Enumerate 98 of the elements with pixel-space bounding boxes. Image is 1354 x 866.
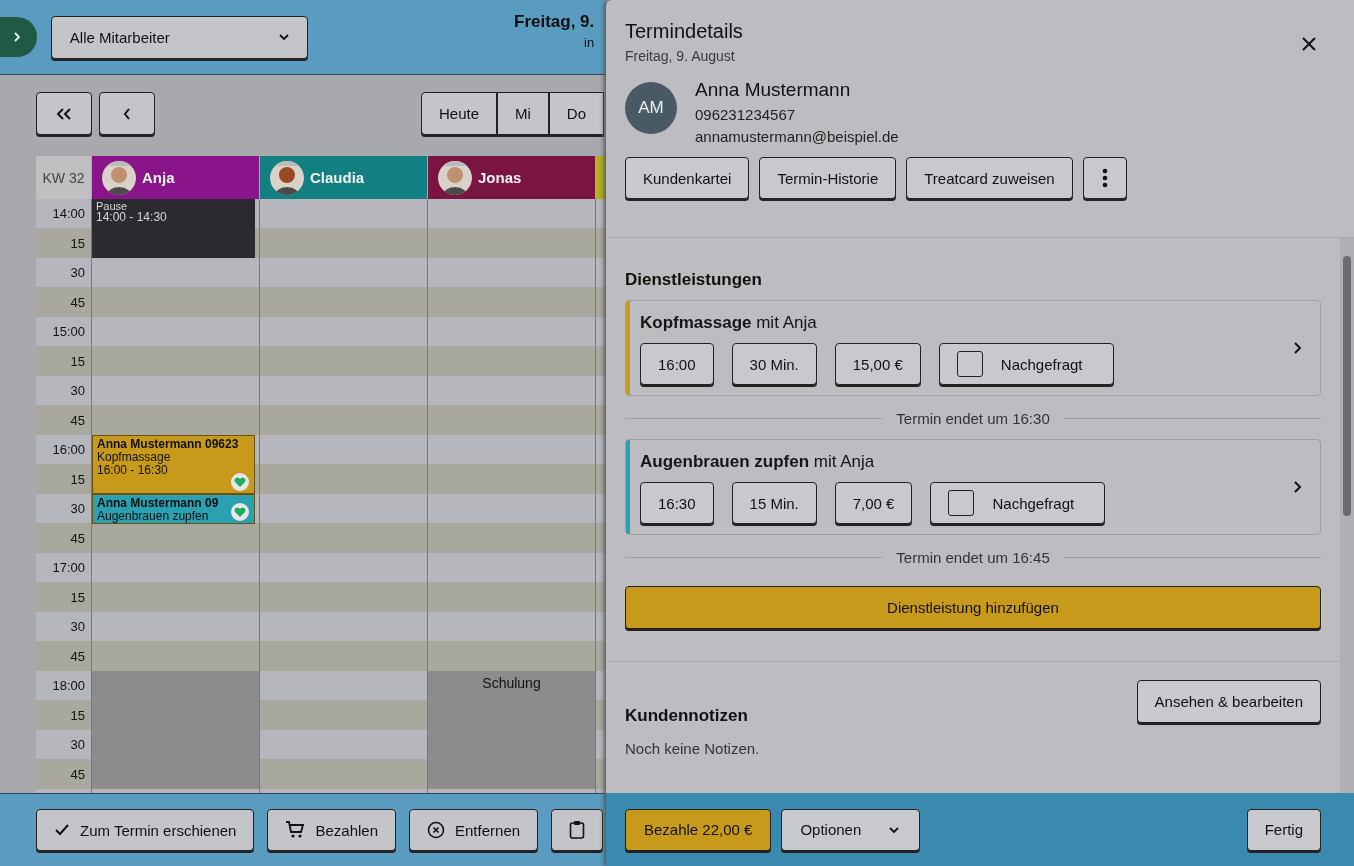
inquired-toggle[interactable]: Nachgefragt (930, 482, 1106, 524)
end-time-note: Termin endet um 16:45 (896, 549, 1050, 566)
customer-action-button[interactable]: Treatcard zuweisen (906, 157, 1073, 199)
employee-header[interactable]: Jonas (428, 156, 595, 199)
price-button[interactable]: 7,00 € (834, 482, 913, 524)
more-icon (1101, 168, 1108, 188)
time-label: 15 (70, 471, 85, 487)
duration-button[interactable]: 15 Min. (731, 482, 817, 524)
view-edit-button[interactable]: Ansehen & bearbeiten (1136, 680, 1321, 723)
time-label: 18:00 (52, 678, 85, 694)
close-icon (1301, 36, 1317, 52)
customer-action-button[interactable]: Termin-Historie (759, 157, 897, 199)
event-title: Anna Mustermann 09 (97, 497, 219, 510)
date-subtitle: in (584, 35, 595, 50)
time-label: 45 (70, 648, 85, 664)
event-title: Schulung (482, 677, 541, 690)
double-chevron-left-icon (55, 106, 73, 121)
section-heading: Kundennotizen (625, 706, 749, 726)
close-circle-icon (427, 821, 445, 839)
time-label: 30 (70, 619, 85, 635)
time-label: 45 (70, 530, 85, 546)
time-label: 15:00 (52, 324, 85, 340)
time-label: 15 (70, 707, 85, 723)
empty-notes-text: Noch keine Notizen. (625, 740, 760, 757)
service-title: Augenbrauen zupfen mit Anja (640, 452, 876, 472)
time-button[interactable]: 16:00 (640, 343, 714, 385)
options-button[interactable]: Optionen (781, 808, 921, 851)
duration-button[interactable]: 30 Min. (731, 343, 817, 385)
time-label: 16:00 (52, 442, 85, 458)
calendar-column[interactable]: Pause 14:00 - 14:30 Anna Mustermann 09623 Kopfmassage 16:00 - 16:30 Anna Mustermann 09 Augenbrauen zupfen (92, 199, 259, 793)
event-service: Kopfmassage (97, 451, 171, 464)
time-label: 15 (70, 235, 85, 251)
checkbox[interactable] (948, 490, 975, 516)
more-button[interactable] (1082, 157, 1127, 199)
time-label: 30 (70, 383, 85, 399)
action-button[interactable]: Entfernen (409, 809, 539, 851)
scrollbar[interactable] (1340, 238, 1354, 793)
customer-phone: 096231234567 (695, 106, 797, 123)
time-label: 30 (70, 737, 85, 753)
jump-back-button[interactable] (36, 92, 92, 135)
appointment-block[interactable]: Anna Mustermann 09623 Kopfmassage 16:00 - 16:30 (92, 435, 255, 494)
chevron-right-icon (1292, 480, 1302, 494)
sidebar-toggle[interactable] (0, 17, 37, 57)
calendar-column[interactable]: Schulung (428, 199, 595, 793)
service-card[interactable]: Kopfmassage mit Anja 16:00 30 Min. 15,00 € Nachgefragt (625, 300, 1321, 396)
panel-title: Termindetails (625, 20, 743, 43)
action-button[interactable]: Zum Termin erschienen (36, 809, 255, 851)
panel-subtitle: Freitag, 9. August (625, 48, 736, 64)
customer-action-button[interactable]: Kundenkartei (625, 157, 750, 199)
event-title: Anna Mustermann 09623 (97, 438, 239, 451)
done-button[interactable]: Fertig (1246, 808, 1321, 851)
employee-name: Anja (142, 169, 175, 186)
customer-name: Anna Mustermann (695, 79, 852, 101)
event-time: 14:00 - 14:30 (96, 211, 168, 224)
time-label: 17:00 (52, 560, 85, 576)
week-label: KW 32 (36, 156, 91, 199)
employee-header[interactable]: Claudia (260, 156, 427, 199)
employee-name: Jonas (478, 169, 522, 186)
time-label: 45 (70, 294, 85, 310)
pay-button[interactable]: Bezahle 22,00 € (625, 808, 772, 851)
checkbox[interactable] (956, 351, 983, 377)
day-button[interactable]: Heute (421, 92, 498, 135)
employee-header[interactable]: Anja (92, 156, 259, 199)
previous-button[interactable] (99, 92, 155, 135)
day-button[interactable]: Mi (497, 92, 549, 135)
cart-icon (285, 821, 306, 839)
customer-email: annamustermann@beispiel.de (695, 128, 899, 145)
check-icon (54, 823, 70, 837)
break-block[interactable]: Pause 14:00 - 14:30 (92, 199, 255, 258)
employee-select[interactable]: Alle Mitarbeiter (50, 15, 308, 59)
appointment-block[interactable]: Anna Mustermann 09 Augenbrauen zupfen (92, 494, 255, 524)
service-card[interactable]: Augenbrauen zupfen mit Anja 16:30 15 Min. 7,00 € Nachgefragt (625, 439, 1321, 535)
action-button[interactable] (551, 809, 604, 851)
clipboard-icon (569, 820, 586, 840)
time-label: 15 (70, 589, 85, 605)
time-label: 45 (70, 412, 85, 428)
inquired-toggle[interactable]: Nachgefragt (938, 343, 1114, 385)
chevron-left-icon (122, 106, 132, 121)
action-button[interactable]: Bezahlen (267, 809, 396, 851)
employee-name: Claudia (310, 169, 365, 186)
end-time-note: Termin endet um 16:30 (896, 410, 1050, 427)
day-button[interactable]: Do (548, 92, 605, 135)
event-service: Augenbrauen zupfen (97, 510, 209, 523)
service-title: Kopfmassage mit Anja (640, 313, 818, 333)
section-heading: Dienstleistungen (625, 270, 763, 290)
time-label: 45 (70, 766, 85, 782)
time-button[interactable]: 16:30 (640, 482, 714, 524)
date-title: Freitag, 9. (514, 12, 596, 32)
add-service-button[interactable]: Dienstleistung hinzufügen (625, 586, 1321, 629)
time-label: 15 (70, 353, 85, 369)
avatar: AM (625, 82, 677, 134)
event-time: 16:00 - 16:30 (97, 464, 168, 477)
time-label: 30 (70, 265, 85, 281)
time-label: 30 (70, 501, 85, 517)
chevron-right-icon (1292, 341, 1302, 355)
time-label: 14:00 (52, 206, 85, 222)
event-title: Pause (96, 201, 129, 211)
price-button[interactable]: 15,00 € (834, 343, 921, 385)
